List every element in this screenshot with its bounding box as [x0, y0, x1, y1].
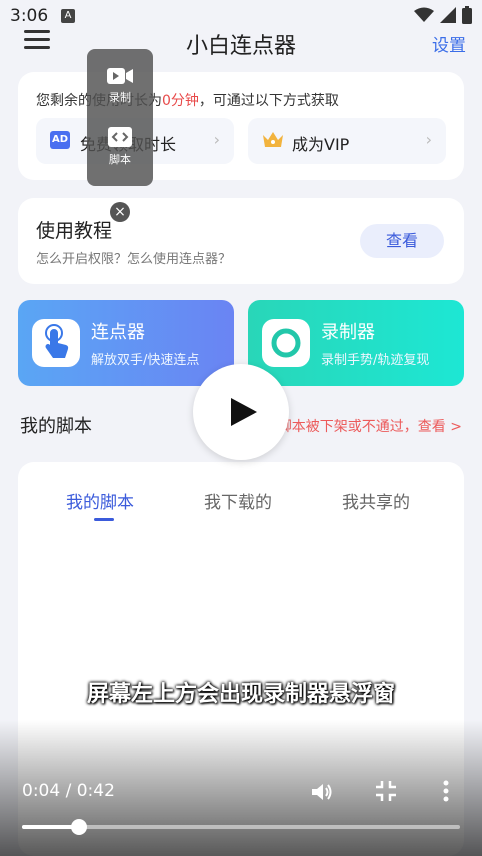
battery-icon [462, 6, 472, 24]
tutorial-subtitle: 怎么开启权限？怎么使用连点器？ [36, 252, 232, 267]
video-subtitle: 屏幕左上方会出现录制器悬浮窗 [86, 682, 395, 707]
float-script-button[interactable]: 脚本 [87, 127, 153, 167]
play-icon [231, 398, 257, 426]
video-time: 0:04 / 0:42 [22, 781, 115, 801]
clicker-subtitle: 解放双手/快速连点 [91, 353, 200, 368]
remaining-time-card: 您剩余的使用时长为0分钟，可通过以下方式获取 AD 免费领取时长 › 成为VIP… [18, 72, 464, 180]
ad-icon: AD [50, 131, 70, 149]
status-icons [414, 6, 472, 24]
chevron-right-icon: › [213, 130, 220, 149]
volume-icon[interactable] [310, 780, 334, 804]
become-vip-label: 成为VIP [292, 135, 350, 154]
tap-hand-icon [32, 319, 80, 367]
my-scripts-heading: 我的脚本 [20, 416, 92, 437]
settings-button[interactable]: 设置 [432, 31, 466, 56]
become-vip-button[interactable]: 成为VIP › [248, 118, 446, 164]
remaining-time-text: 您剩余的使用时长为0分钟，可通过以下方式获取 [36, 93, 339, 109]
recorder-button[interactable]: 录制器 录制手势/轨迹复现 [248, 300, 464, 386]
clicker-title: 连点器 [91, 322, 145, 343]
tutorial-card: 使用教程 怎么开启权限？怎么使用连点器？ 查看 [18, 198, 464, 284]
floating-recorder-panel[interactable]: 录制 脚本 [87, 49, 153, 186]
active-tab-indicator [94, 518, 114, 521]
chevron-right-icon: › [425, 130, 432, 149]
notification-icon: A [61, 9, 75, 23]
wifi-icon [414, 7, 434, 22]
more-options-icon[interactable] [443, 780, 449, 802]
video-camera-icon [107, 68, 133, 84]
float-script-label: 脚本 [109, 153, 131, 166]
view-tutorial-button[interactable]: 查看 [360, 224, 444, 258]
tab-shared[interactable]: 我共享的 [342, 488, 410, 513]
remaining-minutes: 0分钟 [162, 93, 199, 109]
tab-my-scripts[interactable]: 我的脚本 [66, 488, 134, 513]
removed-scripts-link[interactable]: 有脚本被下架或不通过，查看 > [264, 416, 462, 436]
exit-fullscreen-icon[interactable] [375, 780, 397, 802]
recorder-subtitle: 录制手势/轨迹复现 [321, 353, 430, 368]
app-title: 小白连点器 [185, 34, 296, 59]
close-icon[interactable]: × [110, 202, 130, 222]
record-icon [262, 319, 310, 367]
clicker-button[interactable]: 连点器 解放双手/快速连点 [18, 300, 234, 386]
tutorial-title: 使用教程 [36, 220, 113, 242]
crown-icon [263, 132, 283, 147]
play-button[interactable] [193, 364, 289, 460]
float-record-label: 录制 [109, 91, 131, 104]
status-time: 3:06 [10, 6, 49, 26]
app-header: 小白连点器 设置 [0, 26, 482, 60]
video-progress-handle[interactable] [70, 819, 87, 835]
tab-downloaded[interactable]: 我下载的 [204, 488, 272, 513]
float-record-button[interactable]: 录制 [87, 67, 153, 105]
recorder-title: 录制器 [321, 322, 375, 343]
signal-icon [440, 7, 456, 23]
code-icon [108, 127, 132, 147]
video-progress-bar[interactable] [22, 819, 460, 835]
